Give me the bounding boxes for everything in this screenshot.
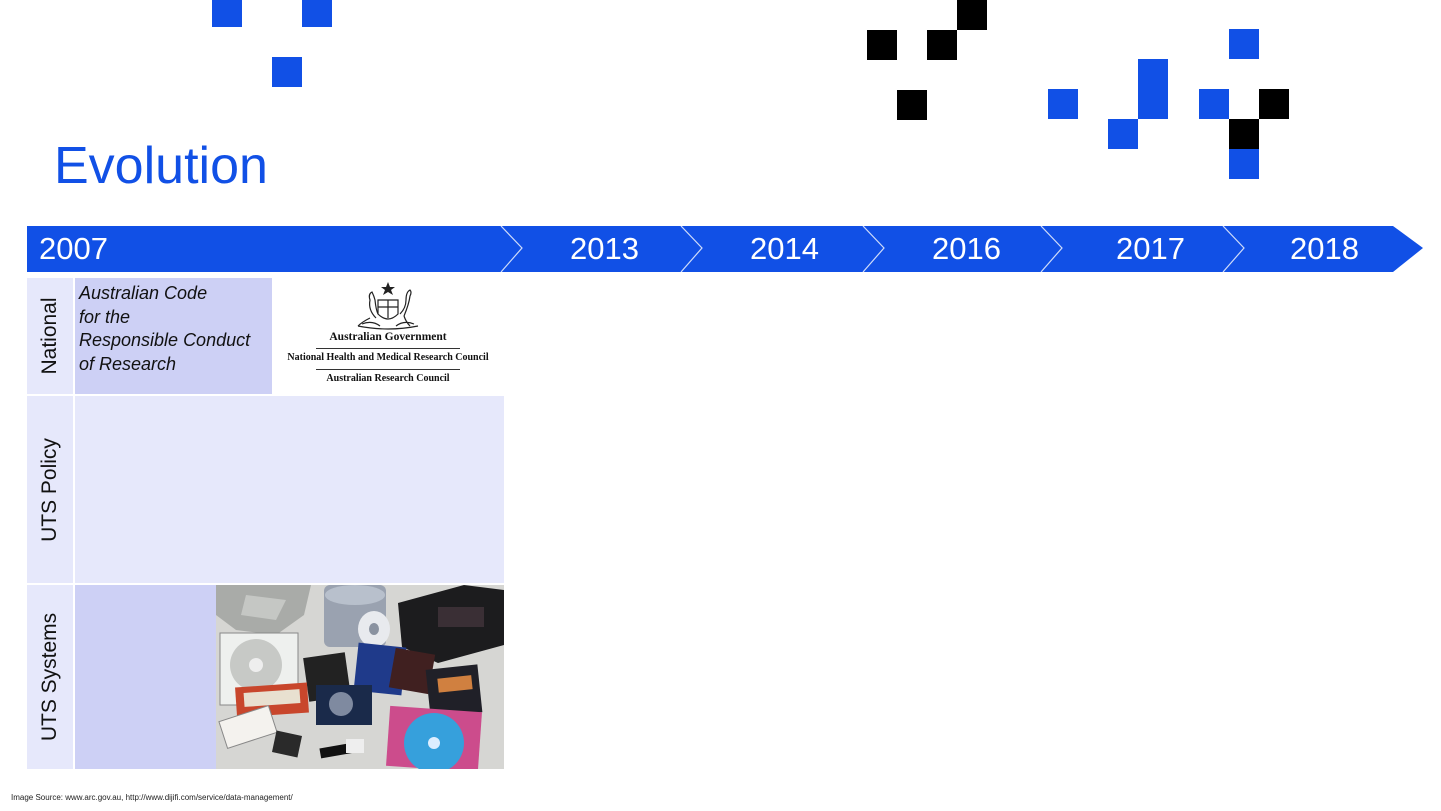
- decor-square: [1048, 89, 1078, 119]
- image-source-note: Image Source: www.arc.gov.au, http://www…: [11, 793, 293, 802]
- logo-line-nhmrc: National Health and Medical Research Cou…: [287, 352, 489, 363]
- row-label-text: UTS Systems: [38, 612, 61, 742]
- research-code-title: Australian Code for the Responsible Cond…: [79, 282, 250, 376]
- decor-square: [897, 90, 927, 120]
- code-line: of Research: [79, 353, 177, 374]
- decor-square: [1259, 89, 1289, 119]
- slide-title: Evolution: [54, 137, 268, 195]
- year-label-2014: 2014: [750, 231, 819, 266]
- row-label-national: National: [27, 278, 73, 394]
- code-line: Responsible Conduct: [79, 330, 251, 350]
- decor-square: [212, 0, 242, 27]
- decor-square: [957, 0, 987, 30]
- decor-square: [1199, 89, 1229, 119]
- year-label-2018: 2018: [1290, 231, 1359, 266]
- uts-systems-cell: [75, 585, 216, 769]
- row-label-text: UTS Policy: [38, 437, 61, 542]
- storage-media-illustration: [216, 585, 504, 769]
- logo-line-government: Australian Government: [329, 331, 447, 343]
- timeline-arrow-shape: [27, 226, 1423, 272]
- decor-square: [1138, 89, 1168, 119]
- timeline-arrow: 2007 2013 2014 2016 2017 2018: [27, 226, 1423, 272]
- decor-square: [1229, 29, 1259, 59]
- decor-square: [272, 57, 302, 87]
- logo-rule: [316, 348, 460, 349]
- uts-policy-cell: [75, 396, 504, 583]
- year-label-2016: 2016: [932, 231, 1001, 266]
- decor-square: [1229, 119, 1259, 149]
- row-label-uts-policy: UTS Policy: [27, 396, 73, 583]
- decor-square: [302, 0, 332, 27]
- storage-media-photo: [216, 585, 504, 769]
- year-label-2017: 2017: [1116, 231, 1185, 266]
- code-line: for the: [79, 306, 131, 327]
- year-label-2013: 2013: [570, 231, 639, 266]
- decor-square: [927, 30, 957, 60]
- decor-square: [867, 30, 897, 60]
- government-logo: Australian Government National Health an…: [272, 278, 504, 393]
- decor-square: [1229, 149, 1259, 179]
- row-label-text: National: [38, 297, 61, 375]
- decor-square: [1138, 59, 1168, 89]
- logo-line-arc: Australian Research Council: [326, 373, 450, 384]
- year-label-2007: 2007: [39, 231, 108, 266]
- decor-square: [1108, 119, 1138, 149]
- logo-rule: [316, 369, 460, 370]
- code-line: Australian Code: [79, 283, 208, 303]
- row-label-uts-systems: UTS Systems: [27, 585, 73, 769]
- coat-of-arms-icon: [357, 282, 419, 330]
